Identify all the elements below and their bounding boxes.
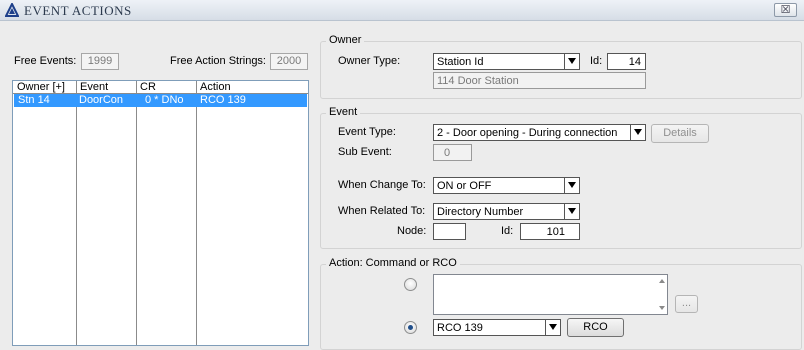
command-ellipsis-button[interactable]: ... [675,295,698,313]
owner-id-input[interactable]: 14 [607,53,646,70]
column-header-event[interactable]: Event [76,81,108,93]
close-button[interactable]: ☒ [774,3,797,17]
when-change-dropdown[interactable]: ON or OFF [433,177,580,194]
sub-event-label: Sub Event: [338,146,392,158]
owner-group-title: Owner [326,34,365,46]
chevron-down-icon[interactable] [564,204,579,219]
command-radio[interactable] [404,278,417,291]
title-bar: EVENT ACTIONS ☒ [0,0,804,21]
free-action-strings-label: Free Action Strings: [170,55,266,67]
column-header-action[interactable]: Action [196,81,231,93]
owner-group [320,41,802,99]
column-header-owner[interactable]: Owner [+] [13,81,65,93]
free-action-strings-value: 2000 [270,53,308,70]
event-type-dropdown[interactable]: 2 - Door opening - During connection [433,124,646,141]
scroll-up-icon[interactable] [659,279,665,283]
row-owner: Stn 14 [18,94,50,106]
details-button[interactable]: Details [651,124,709,143]
triangle-logo-icon [5,3,19,17]
column-header-cr[interactable]: CR [136,81,156,93]
event-type-value: 2 - Door opening - During connection [437,127,618,139]
chevron-down-icon[interactable] [545,320,560,335]
free-events-value: 1999 [81,53,119,70]
sub-event-input[interactable]: 0 [433,144,472,161]
table-row[interactable]: Stn 14 DoorCon 0 * DNo RCO 139 [14,94,307,107]
event-group-title: Event [326,106,361,118]
chevron-down-icon[interactable] [630,125,645,140]
action-group-title: Action: Command or RCO [326,257,460,269]
free-events-label: Free Events: [14,55,77,67]
radio-selected-dot [408,325,413,330]
row-cr: 0 * DNo [145,94,184,106]
when-related-label: When Related To: [338,205,426,217]
window-title: EVENT ACTIONS [24,3,132,18]
command-textarea[interactable] [433,274,668,315]
owner-id-label: Id: [590,55,603,67]
when-change-label: When Change To: [338,179,426,191]
owner-id-value: 14 [628,56,641,68]
rco-button[interactable]: RCO [567,318,624,337]
owner-description-text: 114 Door Station [437,75,519,87]
related-id-value: 101 [546,226,565,238]
owner-type-value: Station Id [437,56,484,68]
row-action: RCO 139 [200,94,246,106]
when-change-value: ON or OFF [437,180,492,192]
related-id-label: Id: [501,225,514,237]
rco-dropdown[interactable]: RCO 139 [433,319,561,336]
owner-type-dropdown[interactable]: Station Id [433,53,580,70]
owner-description: 114 Door Station [433,72,646,89]
rco-radio[interactable] [404,321,417,334]
rco-value: RCO 139 [437,322,483,334]
event-type-label: Event Type: [338,126,396,138]
node-input[interactable] [433,223,466,240]
node-label: Node: [397,225,427,237]
event-actions-list[interactable]: Owner [+] Event CR Action Stn 14 DoorCon… [12,80,309,346]
chevron-down-icon[interactable] [564,54,579,69]
sub-event-value: 0 [444,147,451,159]
owner-type-label: Owner Type: [338,55,401,67]
scroll-down-icon[interactable] [659,306,665,310]
when-related-dropdown[interactable]: Directory Number [433,203,580,220]
when-related-value: Directory Number [437,206,524,218]
chevron-down-icon[interactable] [564,178,579,193]
row-event: DoorCon [79,94,124,106]
related-id-input[interactable]: 101 [520,223,580,240]
